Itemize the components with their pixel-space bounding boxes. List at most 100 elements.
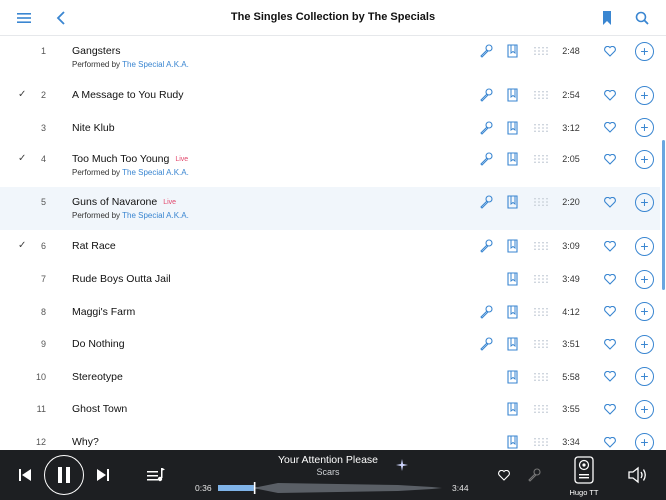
track-row[interactable]: 1 Gangsters Performed by The Special A.K.A… — [0, 36, 660, 79]
heart-icon[interactable] — [603, 88, 617, 102]
add-track-button[interactable]: + — [635, 269, 654, 289]
scrollbar[interactable] — [662, 140, 665, 290]
microphone-icon[interactable] — [527, 467, 541, 483]
track-row[interactable]: 8 Maggi's Farm 4:12 + — [0, 295, 660, 328]
add-track-button[interactable]: + — [635, 118, 654, 138]
heart-icon[interactable] — [603, 370, 617, 384]
heart-icon[interactable] — [603, 239, 617, 253]
lyrics-book-icon[interactable] — [506, 305, 520, 319]
microphone-icon[interactable] — [479, 121, 493, 135]
track-row[interactable]: ✓ 2 A Message to You Rudy 2:54 + — [0, 79, 660, 112]
hamburger-menu-icon[interactable] — [14, 8, 34, 28]
hugo-device-icon[interactable] — [573, 455, 595, 485]
track-grid-icon — [534, 88, 548, 102]
add-track-button[interactable]: + — [635, 302, 654, 322]
track-title-text: Ghost Town — [72, 403, 128, 416]
track-number: 7 — [40, 274, 46, 285]
track-title-text: Rat Race — [72, 240, 116, 253]
track-title[interactable]: Guns of Navarone Live — [72, 196, 176, 208]
lyrics-book-icon[interactable] — [506, 337, 520, 351]
add-track-button[interactable]: + — [635, 85, 654, 105]
heart-icon[interactable] — [603, 402, 617, 416]
performer-link[interactable]: The Special A.K.A. — [122, 211, 189, 220]
lyrics-book-icon[interactable] — [506, 121, 520, 135]
track-row[interactable]: 5 Guns of Navarone Live Performed by The Sp… — [0, 187, 660, 231]
add-track-button[interactable]: + — [635, 192, 654, 212]
add-track-button[interactable]: + — [635, 399, 654, 419]
heart-icon[interactable] — [603, 121, 617, 135]
microphone-icon[interactable] — [479, 239, 493, 254]
lyrics-book-icon[interactable] — [506, 44, 520, 58]
track-row[interactable]: 10 Stereotype 5:58 + — [0, 361, 660, 394]
heart-icon[interactable] — [603, 337, 617, 351]
lyrics-book-icon[interactable] — [506, 272, 520, 286]
track-number: 4 — [40, 154, 46, 165]
track-title[interactable]: Too Much Too Young Live — [72, 153, 188, 165]
heart-icon[interactable] — [603, 305, 617, 319]
next-track-icon[interactable] — [94, 467, 112, 483]
add-track-button[interactable]: + — [635, 432, 654, 450]
seek-thumb[interactable] — [253, 482, 256, 494]
track-grid-icon — [534, 370, 548, 384]
performer-link[interactable]: The Special A.K.A. — [122, 60, 189, 69]
track-number: 1 — [40, 46, 46, 56]
lyrics-book-icon[interactable] — [506, 239, 520, 254]
track-title[interactable]: Rude Boys Outta Jail — [72, 273, 171, 285]
microphone-icon[interactable] — [479, 152, 493, 166]
chevron-left-icon[interactable] — [51, 8, 71, 28]
queue-icon[interactable] — [146, 466, 166, 484]
track-title[interactable]: Ghost Town — [72, 403, 127, 415]
track-number: 12 — [35, 437, 46, 448]
track-row[interactable]: ✓ 6 Rat Race 3:09 + — [0, 230, 660, 263]
track-title[interactable]: Rat Race — [72, 240, 116, 252]
lyrics-book-icon[interactable] — [506, 195, 520, 209]
microphone-icon[interactable] — [479, 44, 493, 58]
microphone-icon[interactable] — [479, 88, 493, 103]
track-list[interactable]: 1 Gangsters Performed by The Special A.K.A… — [0, 36, 660, 450]
lyrics-book-icon[interactable] — [506, 435, 520, 449]
volume-icon[interactable] — [627, 465, 649, 485]
heart-icon[interactable] — [603, 195, 617, 209]
seek-bar[interactable] — [218, 481, 442, 494]
lyrics-book-icon[interactable] — [506, 88, 520, 102]
lyrics-book-icon[interactable] — [506, 402, 520, 417]
track-title-text: Maggi's Farm — [72, 305, 136, 318]
track-row[interactable]: ✓ 4 Too Much Too Young Live Performed by The… — [0, 144, 660, 187]
heart-icon[interactable] — [603, 272, 617, 286]
track-row[interactable]: 11 Ghost Town 3:55 + — [0, 393, 660, 426]
performed-by-label: Performed by — [72, 60, 121, 69]
heart-icon[interactable] — [603, 152, 617, 166]
lyrics-book-icon[interactable] — [506, 152, 520, 166]
track-row[interactable]: 7 Rude Boys Outta Jail 3:49 + — [0, 263, 660, 296]
microphone-icon[interactable] — [479, 305, 493, 319]
add-track-button[interactable]: + — [635, 149, 654, 169]
track-title[interactable]: Do Nothing — [72, 338, 125, 350]
track-row[interactable]: 9 Do Nothing 3:51 + — [0, 328, 660, 361]
device-label: Hugo TT — [569, 488, 599, 497]
track-title[interactable]: Nite Klub — [72, 122, 115, 134]
heart-icon[interactable] — [497, 468, 511, 482]
add-track-button[interactable]: + — [635, 236, 654, 256]
add-track-button[interactable]: + — [635, 367, 654, 387]
track-title[interactable]: Why? — [72, 436, 99, 448]
track-title[interactable]: Stereotype — [72, 371, 123, 383]
pause-button[interactable] — [44, 455, 84, 495]
previous-track-icon[interactable] — [16, 467, 34, 483]
track-duration: 3:55 — [562, 404, 580, 415]
microphone-icon[interactable] — [479, 337, 493, 352]
heart-icon[interactable] — [603, 435, 617, 449]
track-title[interactable]: A Message to You Rudy — [72, 89, 184, 101]
performer-link[interactable]: The Special A.K.A. — [122, 168, 189, 177]
track-row[interactable]: 12 Why? 3:34 + — [0, 426, 660, 450]
bookmark-icon[interactable] — [597, 8, 617, 28]
search-icon[interactable] — [632, 8, 652, 28]
track-row[interactable]: 3 Nite Klub 3:12 + — [0, 112, 660, 145]
track-title[interactable]: Maggi's Farm — [72, 306, 135, 318]
add-track-button[interactable]: + — [635, 41, 654, 61]
track-title[interactable]: Gangsters — [72, 45, 120, 57]
heart-icon[interactable] — [603, 44, 617, 58]
microphone-icon[interactable] — [479, 195, 493, 209]
track-title-text: Do Nothing — [72, 338, 125, 351]
add-track-button[interactable]: + — [635, 334, 654, 354]
lyrics-book-icon[interactable] — [506, 370, 520, 384]
